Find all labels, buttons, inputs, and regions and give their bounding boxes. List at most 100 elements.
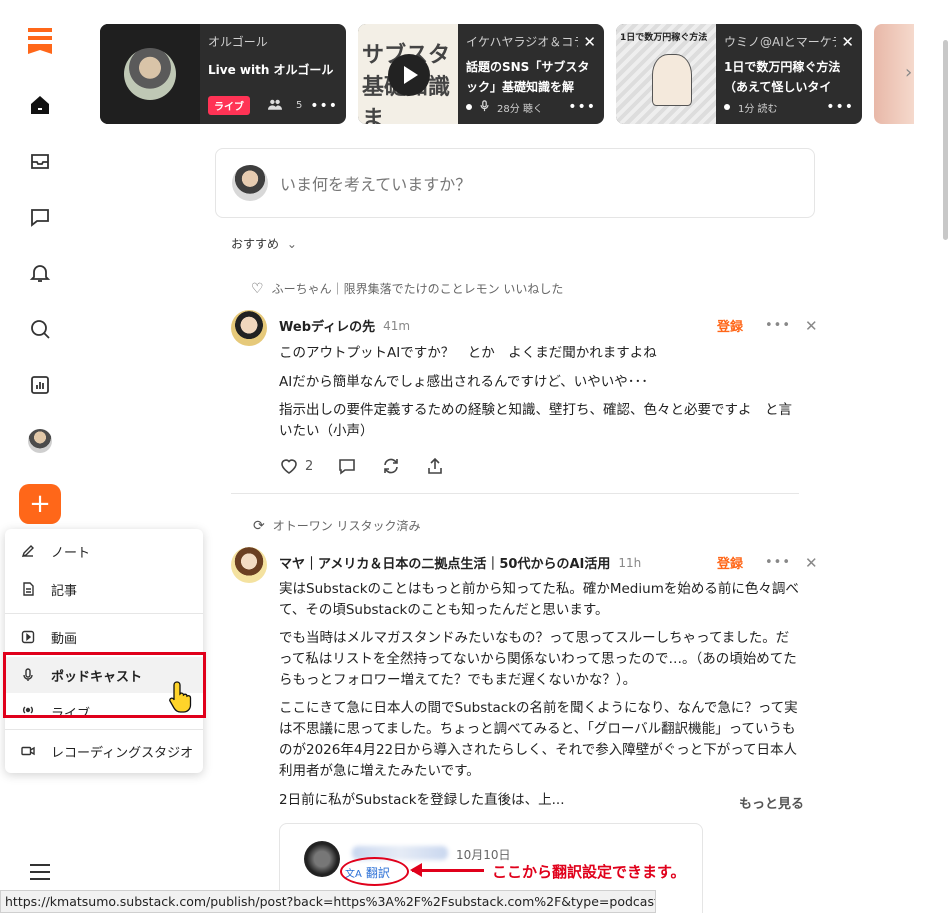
more-options-icon[interactable]: ••• <box>765 318 791 333</box>
video-play-icon <box>21 630 35 644</box>
play-icon[interactable] <box>388 54 430 96</box>
see-more-link[interactable]: もっと見る <box>739 793 804 812</box>
comment-button[interactable] <box>337 456 357 476</box>
avatar[interactable] <box>231 310 267 346</box>
more-options-icon[interactable]: ••• <box>765 555 791 570</box>
story-title: 話題のSNS「サブスタック」基礎知識を解説！… <box>466 60 590 94</box>
scrollbar-thumb[interactable] <box>943 40 948 240</box>
more-options-icon[interactable]: ••• <box>568 99 596 115</box>
share-icon <box>428 457 443 474</box>
viewer-count: 5 <box>296 100 303 111</box>
menu-divider <box>5 613 203 614</box>
story-thumbnail <box>100 24 200 124</box>
annotation-text: ここから翻訳設定できます。 <box>492 863 686 881</box>
post-text: このアウトプットAIですか？ とか よくまだ聞かれますよね <box>279 345 657 361</box>
search-icon[interactable] <box>27 316 53 342</box>
post-actions: 登録 ••• ✕ <box>717 553 818 573</box>
hand-cursor-icon <box>168 680 196 714</box>
status-bar-url: https://kmatsumo.substack.com/publish/po… <box>0 890 656 913</box>
activity-note: ⟳ オトーワン リスタック済み <box>253 517 421 534</box>
bell-icon[interactable] <box>27 260 53 286</box>
restack-icon <box>384 458 399 474</box>
more-options-icon[interactable]: ••• <box>310 98 338 114</box>
annotation-oval <box>340 857 409 886</box>
post-text: 2日前に私がSubstackを登録した直後は、上... <box>279 792 565 808</box>
activity-note: ♡ ふーちゃん｜限界集落でたけのことレモン いいねした <box>251 280 564 297</box>
story-card[interactable]: サブスタ 基礎知識ま イケハヤラジオ＆コラム ✕ 話題のSNS「サブスタック」基… <box>358 24 604 124</box>
menu-item-recording-studio[interactable]: レコーディングスタジオ <box>5 733 203 769</box>
post-text: 実はSubstackのことはもっと前から知ってた私。確かMediumを始める前に… <box>279 581 799 618</box>
post-header: Webディレの先 41m <box>279 316 411 336</box>
pencil-icon <box>21 544 35 558</box>
microphone-icon <box>480 99 489 115</box>
avatar <box>232 165 268 201</box>
sort-dropdown[interactable]: おすすめ ⌄ <box>231 235 297 252</box>
left-sidebar: + <box>0 0 80 913</box>
close-icon[interactable]: ✕ <box>805 317 818 335</box>
post-composer[interactable]: いま何を考えていますか？ <box>215 148 815 218</box>
profile-avatar[interactable] <box>27 428 53 454</box>
like-count: 2 <box>305 458 314 474</box>
comment-icon <box>339 459 356 475</box>
more-options-icon[interactable]: ••• <box>826 99 854 115</box>
post-text: ここにきて急に日本人の間でSubstackの名前を聞くようになり、なんで急に？っ… <box>279 700 798 779</box>
chevron-right-icon[interactable]: › <box>905 62 912 83</box>
people-icon <box>268 99 282 113</box>
share-button[interactable] <box>425 456 445 476</box>
restack-icon: ⟳ <box>253 517 265 534</box>
post-text: でも当時はメルマガスタンドみたいなもの？って思ってスルーしちゃってました。だって… <box>279 630 797 688</box>
story-card[interactable]: オルゴール Live with オルゴール ライブ 5 ••• <box>100 24 346 124</box>
post-time: 41m <box>383 318 411 333</box>
create-popup-menu: ノート 記事 動画 ポッドキャスト ライブ レコーディングスタジオ <box>5 529 203 773</box>
inbox-icon[interactable] <box>27 148 53 174</box>
author-name[interactable]: Webディレの先 <box>279 316 375 335</box>
avatar[interactable] <box>231 547 267 583</box>
menu-item-article[interactable]: 記事 <box>5 571 203 607</box>
post-actions: 登録 ••• ✕ <box>717 316 818 336</box>
heart-icon <box>281 459 297 474</box>
camera-icon <box>21 744 35 758</box>
close-icon[interactable]: ✕ <box>841 33 854 51</box>
plus-icon: + <box>29 489 51 519</box>
feed-divider <box>231 493 799 494</box>
reaction-bar: 2 <box>279 456 469 476</box>
subscribe-button[interactable]: 登録 <box>717 316 743 335</box>
home-icon[interactable] <box>27 92 53 118</box>
avatar <box>304 841 340 877</box>
story-thumbnail: 1日で数万円稼ぐ方法 <box>616 24 716 124</box>
story-author: オルゴール <box>208 35 268 49</box>
annotation-arrow <box>410 863 484 877</box>
chevron-down-icon: ⌄ <box>286 237 297 251</box>
unread-dot <box>724 104 730 110</box>
substack-logo-icon[interactable] <box>28 28 52 54</box>
close-icon[interactable]: ✕ <box>805 554 818 572</box>
stories-row: オルゴール Live with オルゴール ライブ 5 ••• サブスタ 基礎知… <box>100 24 920 124</box>
post-text: 指示出しの要件定義するための経験と知識、壁打ち、確認、色々と必要ですよ と言いた… <box>279 402 792 439</box>
live-badge: ライブ <box>208 96 250 115</box>
restack-button[interactable] <box>381 456 401 476</box>
close-icon[interactable]: ✕ <box>583 33 596 51</box>
stats-icon[interactable] <box>27 372 53 398</box>
story-author: イケハヤラジオ＆コラム <box>466 35 578 49</box>
post-text: AIだから簡単なんでしょ感出されるんですけど、いやいや･･･ <box>279 374 648 390</box>
story-card[interactable]: 1日で数万円稼ぐ方法 ウミノ@AIとマーケテ… ✕ 1日で数万円稼ぐ方法（あえて… <box>616 24 862 124</box>
chat-icon[interactable] <box>27 204 53 230</box>
document-icon <box>21 582 35 596</box>
subscribe-button[interactable]: 登録 <box>717 553 743 572</box>
post-time: 11h <box>618 555 642 570</box>
author-name[interactable]: マヤ｜アメリカ＆日本の二拠点生活｜50代からのAI活用 <box>279 553 610 572</box>
create-plus-button[interactable]: + <box>19 484 61 524</box>
post-header: マヤ｜アメリカ＆日本の二拠点生活｜50代からのAI活用 11h <box>279 553 642 573</box>
story-title: 1日で数万円稼ぐ方法（あえて怪しいタイト… <box>724 60 841 94</box>
hamburger-menu-icon[interactable] <box>30 864 50 880</box>
story-title: Live with オルゴール <box>208 63 334 77</box>
menu-item-video[interactable]: 動画 <box>5 619 203 655</box>
story-thumbnail: サブスタ 基礎知識ま <box>358 24 458 124</box>
unread-dot <box>466 104 472 110</box>
story-duration: 1分 読む <box>738 103 778 115</box>
like-button[interactable]: 2 <box>279 456 313 476</box>
menu-item-note[interactable]: ノート <box>5 533 203 569</box>
story-duration: 28分 聴く <box>497 103 543 115</box>
menu-divider <box>5 729 203 730</box>
heart-icon: ♡ <box>251 280 264 297</box>
